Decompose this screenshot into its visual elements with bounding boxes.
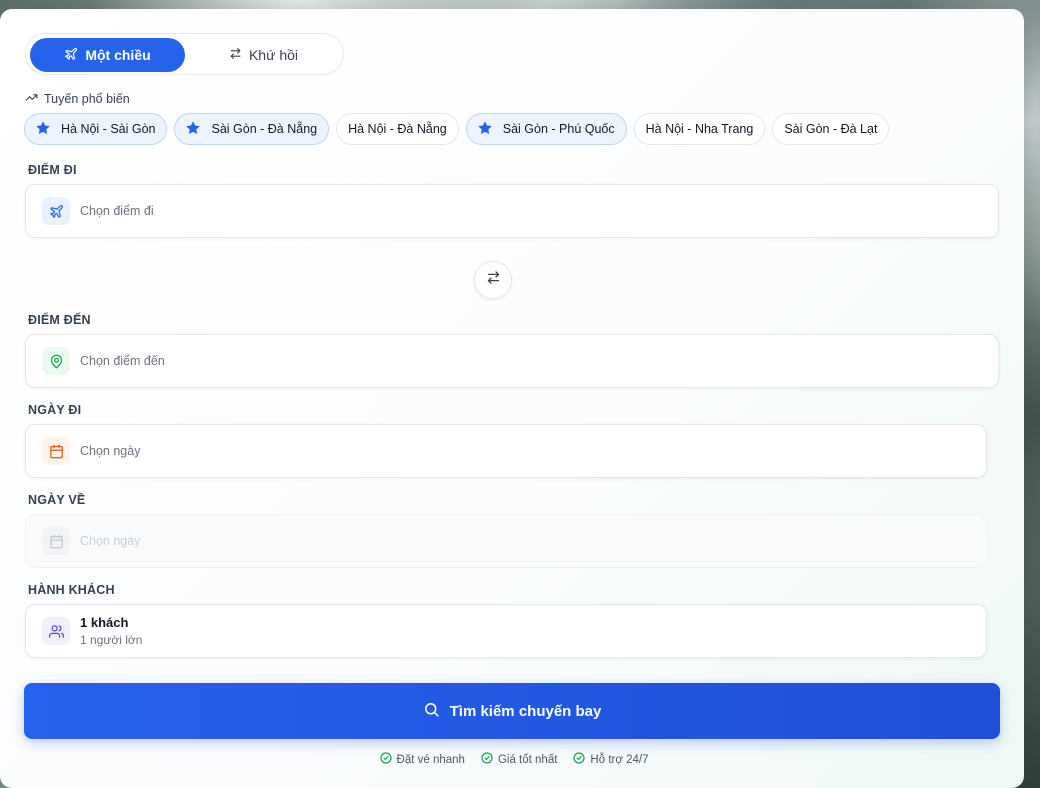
passengers-field[interactable]: 1 khách 1 người lớn [25,604,987,658]
trip-type-toggle: Một chiều Khứ hồi [25,33,344,75]
depart-date-field[interactable]: Chọn ngày [25,424,987,478]
destination-placeholder: Chọn điểm đến [80,354,165,368]
depart-date-placeholder: Chọn ngày [80,444,141,458]
origin-field[interactable]: Chọn điểm đi [25,184,999,238]
map-pin-icon [42,347,70,375]
feature-item: Đặt vé nhanh [379,752,465,767]
route-chip[interactable]: Hà Nội - Đà Nẵng [336,113,459,145]
popular-routes-label: Tuyến phổ biến [44,92,130,106]
return-date-field: Chọn ngày [25,514,987,568]
feature-item: Hỗ trợ 24/7 [573,752,648,767]
users-icon [42,617,70,645]
round-trip-label: Khứ hồi [248,47,299,63]
swap-arrows-icon [486,270,501,290]
plane-icon [64,47,78,64]
star-icon [477,120,493,139]
calendar-icon [42,437,70,465]
passengers-text: 1 khách 1 người lớn [80,615,142,647]
popular-routes-list: Hà Nội - Sài Gòn Sài Gòn - Đà Nẵng Hà Nộ… [24,113,890,145]
check-circle-icon [379,752,392,767]
swap-locations-button[interactable] [474,261,512,299]
search-icon [423,701,440,722]
star-icon [185,120,201,139]
passengers-detail: 1 người lớn [80,633,143,647]
destination-field[interactable]: Chọn điểm đến [25,334,999,388]
route-chip[interactable]: Sài Gòn - Đà Nẵng [174,113,330,145]
return-date-label: NGÀY VỀ [28,493,86,507]
depart-date-label: NGÀY ĐI [28,403,82,417]
origin-placeholder: Chọn điểm đi [80,204,154,218]
flight-search-card: Một chiều Khứ hồi Tuyến phổ biến Hà Nội … [0,9,1024,788]
feature-label: Đặt vé nhanh [396,753,465,766]
route-label: Hà Nội - Đà Nẵng [348,122,447,136]
check-circle-icon [573,752,586,767]
feature-label: Giá tốt nhất [497,753,558,766]
star-icon [35,120,51,139]
check-circle-icon [481,752,493,767]
passengers-summary: 1 khách [80,615,129,630]
features-list: Đặt vé nhanh Giá tốt nhất Hỗ trợ 24/7 [0,752,1024,767]
return-date-placeholder: Chọn ngày [80,534,141,548]
origin-label: ĐIỂM ĐI [28,163,77,177]
calendar-icon [42,527,70,555]
route-chip[interactable]: Sài Gòn - Đà Lạt [772,113,890,145]
route-label: Sài Gòn - Phú Quốc [502,122,615,136]
swap-arrows-icon [229,47,242,63]
route-label: Hà Nội - Nha Trang [645,122,754,136]
destination-label: ĐIỂM ĐẾN [28,313,91,327]
route-label: Hà Nội - Sài Gòn [61,122,156,136]
route-label: Sài Gòn - Đà Lạt [784,122,878,136]
plane-icon [42,197,70,225]
round-trip-tab[interactable]: Khứ hồi [186,38,341,72]
route-label: Sài Gòn - Đà Nẵng [211,122,318,136]
one-way-label: Một chiều [85,47,151,63]
popular-routes-heading: Tuyến phổ biến [25,91,130,107]
route-chip[interactable]: Sài Gòn - Phú Quốc [465,113,627,145]
feature-label: Hỗ trợ 24/7 [590,753,649,766]
search-flights-button[interactable]: Tìm kiếm chuyến bay [24,683,1000,739]
trending-up-icon [25,91,38,107]
passengers-label: HÀNH KHÁCH [28,583,115,597]
route-chip[interactable]: Hà Nội - Sài Gòn [24,113,168,145]
one-way-tab[interactable]: Một chiều [30,38,185,72]
route-chip[interactable]: Hà Nội - Nha Trang [633,113,766,145]
feature-item: Giá tốt nhất [481,752,557,767]
search-button-label: Tìm kiếm chuyến bay [449,702,602,720]
